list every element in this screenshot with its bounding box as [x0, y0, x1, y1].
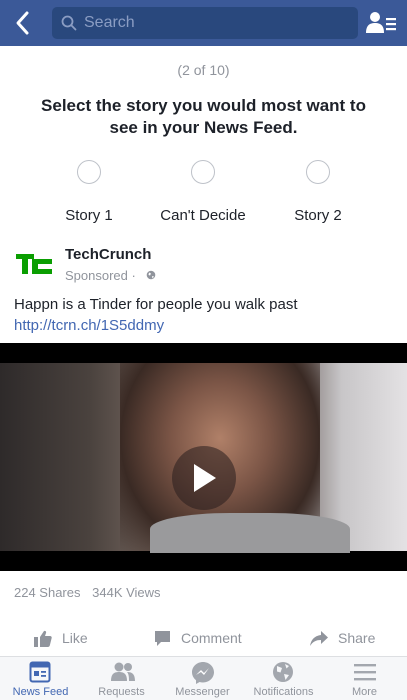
top-bar: Search — [0, 0, 407, 46]
sponsored-label: Sponsored · — [65, 268, 136, 283]
chevron-left-icon — [16, 11, 29, 35]
option-label-cant-decide[interactable]: Can't Decide — [143, 207, 263, 224]
comment-icon — [155, 630, 170, 646]
tab-label-notifications: Notifications — [253, 686, 314, 698]
techcrunch-logo-mark — [16, 254, 52, 274]
back-button[interactable] — [8, 8, 38, 38]
search-input[interactable]: Search — [52, 7, 358, 39]
radio-story-1[interactable] — [77, 160, 101, 184]
video-thumbnail — [0, 363, 407, 553]
news-feed-icon — [29, 661, 51, 683]
thumbs-up-icon — [34, 630, 52, 647]
tab-messenger[interactable]: Messenger — [162, 657, 243, 700]
menu-icon — [354, 664, 376, 681]
play-icon — [194, 464, 216, 492]
survey-counter: (2 of 10) — [177, 62, 230, 78]
share-label: Share — [338, 630, 376, 646]
views-count: 344K Views — [92, 585, 161, 600]
search-placeholder: Search — [84, 14, 135, 31]
tab-label-requests: Requests — [98, 686, 145, 698]
tab-label-news-feed: News Feed — [12, 686, 69, 698]
tab-requests[interactable]: Requests — [81, 657, 162, 700]
page-name[interactable]: TechCrunch — [65, 246, 151, 263]
post-stats: 224 Shares 344K Views — [14, 585, 169, 600]
shares-count[interactable]: 224 Shares — [14, 585, 81, 600]
friends-list-icon — [366, 12, 396, 33]
video-subject-clothing — [150, 513, 350, 553]
tab-label-messenger: Messenger — [175, 686, 230, 698]
tab-notifications[interactable]: Notifications — [243, 657, 324, 700]
post-text: Happn is a Tinder for people you walk pa… — [14, 294, 394, 336]
friends-list-button[interactable] — [364, 8, 398, 38]
tab-bar: News Feed Requests Messenger Notificatio… — [0, 656, 407, 700]
share-button[interactable]: Share — [310, 627, 375, 649]
option-label-story-1[interactable]: Story 1 — [29, 207, 149, 224]
tab-news-feed[interactable]: News Feed — [0, 657, 81, 700]
play-button[interactable] — [172, 446, 236, 510]
sponsored-text: Sponsored — [65, 268, 128, 283]
like-label: Like — [62, 630, 88, 646]
search-icon — [61, 15, 77, 31]
friend-requests-icon — [111, 662, 135, 681]
comment-button[interactable]: Comment — [154, 627, 242, 649]
messenger-icon — [192, 662, 214, 684]
comment-label: Comment — [181, 630, 242, 646]
share-arrow-icon — [310, 630, 328, 646]
tab-more[interactable]: More — [324, 657, 405, 700]
notifications-globe-icon — [273, 662, 293, 682]
video-player[interactable] — [0, 343, 407, 571]
post-link[interactable]: http://tcrn.ch/1S5ddmy — [14, 317, 164, 334]
radio-cant-decide[interactable] — [191, 160, 215, 184]
option-label-story-2[interactable]: Story 2 — [258, 207, 378, 224]
globe-icon — [146, 270, 156, 280]
survey-question: Select the story you would most want to … — [41, 96, 366, 137]
post-message: Happn is a Tinder for people you walk pa… — [14, 296, 298, 313]
tab-label-more: More — [351, 686, 378, 698]
radio-story-2[interactable] — [306, 160, 330, 184]
like-button[interactable]: Like — [34, 627, 88, 649]
techcrunch-logo[interactable] — [14, 252, 56, 276]
